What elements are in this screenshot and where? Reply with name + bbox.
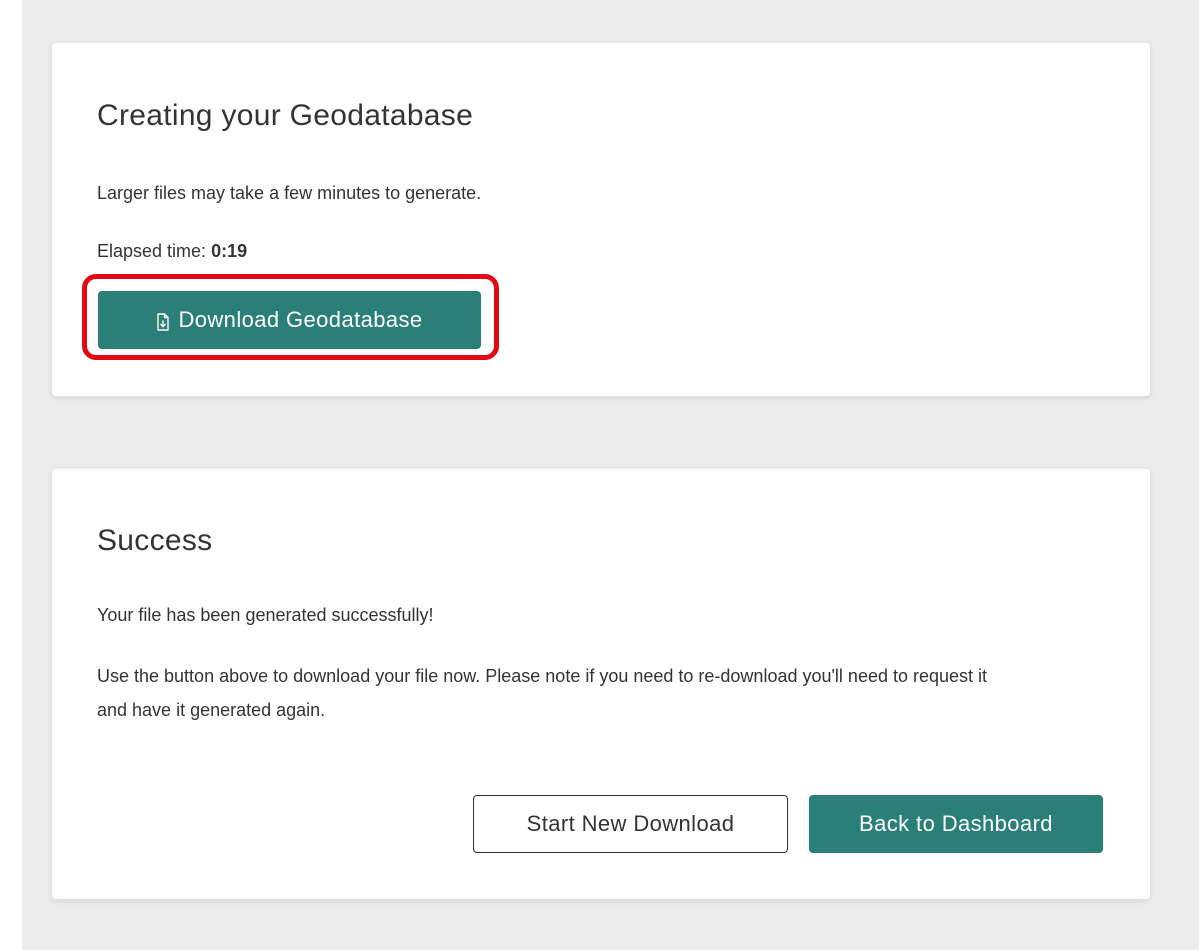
success-title: Success (97, 524, 213, 557)
download-geodatabase-button[interactable]: Download Geodatabase (98, 291, 481, 349)
progress-intro-text: Larger files may take a few minutes to g… (97, 183, 482, 203)
progress-title: Creating your Geodatabase (97, 99, 474, 132)
elapsed-time-value: 0:19 (211, 241, 248, 261)
start-new-download-button[interactable]: Start New Download (473, 795, 788, 853)
success-message: Your file has been generated successfull… (97, 605, 434, 625)
success-card: Success Your file has been generated suc… (52, 469, 1150, 899)
success-instructions: Use the button above to download your fi… (97, 666, 988, 720)
elapsed-time-label: Elapsed time: (97, 241, 212, 261)
file-download-icon (156, 311, 170, 331)
elapsed-time: Elapsed time: 0:19 (97, 234, 247, 268)
progress-card: Creating your Geodatabase Larger files m… (52, 43, 1150, 396)
back-to-dashboard-button[interactable]: Back to Dashboard (809, 795, 1103, 853)
download-geodatabase-label: Download Geodatabase (178, 307, 423, 332)
